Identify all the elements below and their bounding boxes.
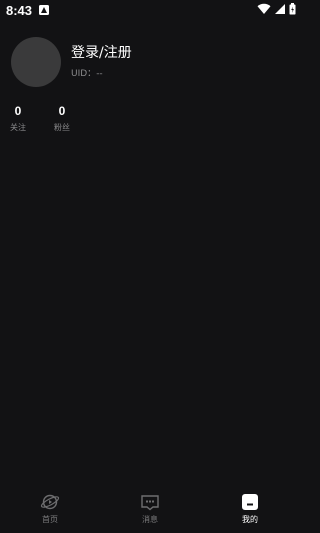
following-label: 关注 <box>10 123 26 132</box>
status-time: 8:43 <box>6 3 33 18</box>
nav-label-messages: 消息 <box>142 515 158 524</box>
uid-row: UID：-- <box>71 68 103 80</box>
bottom-nav: 首页 消息 我的 <box>0 493 300 533</box>
followers-count: 0 <box>58 104 66 118</box>
uid-label: UID： <box>71 69 97 79</box>
avatar[interactable] <box>11 37 61 87</box>
message-box-icon <box>140 493 160 511</box>
login-register-link[interactable]: 登录/注册 <box>71 44 132 62</box>
uid-value: -- <box>96 69 103 79</box>
followers-stat[interactable]: 0 粉丝 <box>47 103 77 134</box>
following-count: 0 <box>14 104 22 118</box>
nav-item-home[interactable]: 首页 <box>0 493 100 533</box>
home-planet-icon <box>40 493 60 511</box>
notification-icon <box>39 5 49 15</box>
signal-icon <box>275 4 285 14</box>
nav-label-home: 首页 <box>42 515 58 524</box>
nav-item-mine[interactable]: 我的 <box>200 493 300 533</box>
following-stat[interactable]: 0 关注 <box>3 103 33 134</box>
status-bar: 8:43 <box>0 0 300 24</box>
nav-label-mine: 我的 <box>242 515 258 524</box>
status-icons <box>257 3 296 15</box>
profile-icon <box>240 493 260 511</box>
battery-icon <box>289 3 296 15</box>
wifi-icon <box>257 3 271 15</box>
nav-item-messages[interactable]: 消息 <box>100 493 200 533</box>
followers-label: 粉丝 <box>54 123 70 132</box>
app-screen: 8:43 登录/注册 UID：-- 0 关注 0 粉丝 首页 消息 我的 <box>0 0 300 533</box>
